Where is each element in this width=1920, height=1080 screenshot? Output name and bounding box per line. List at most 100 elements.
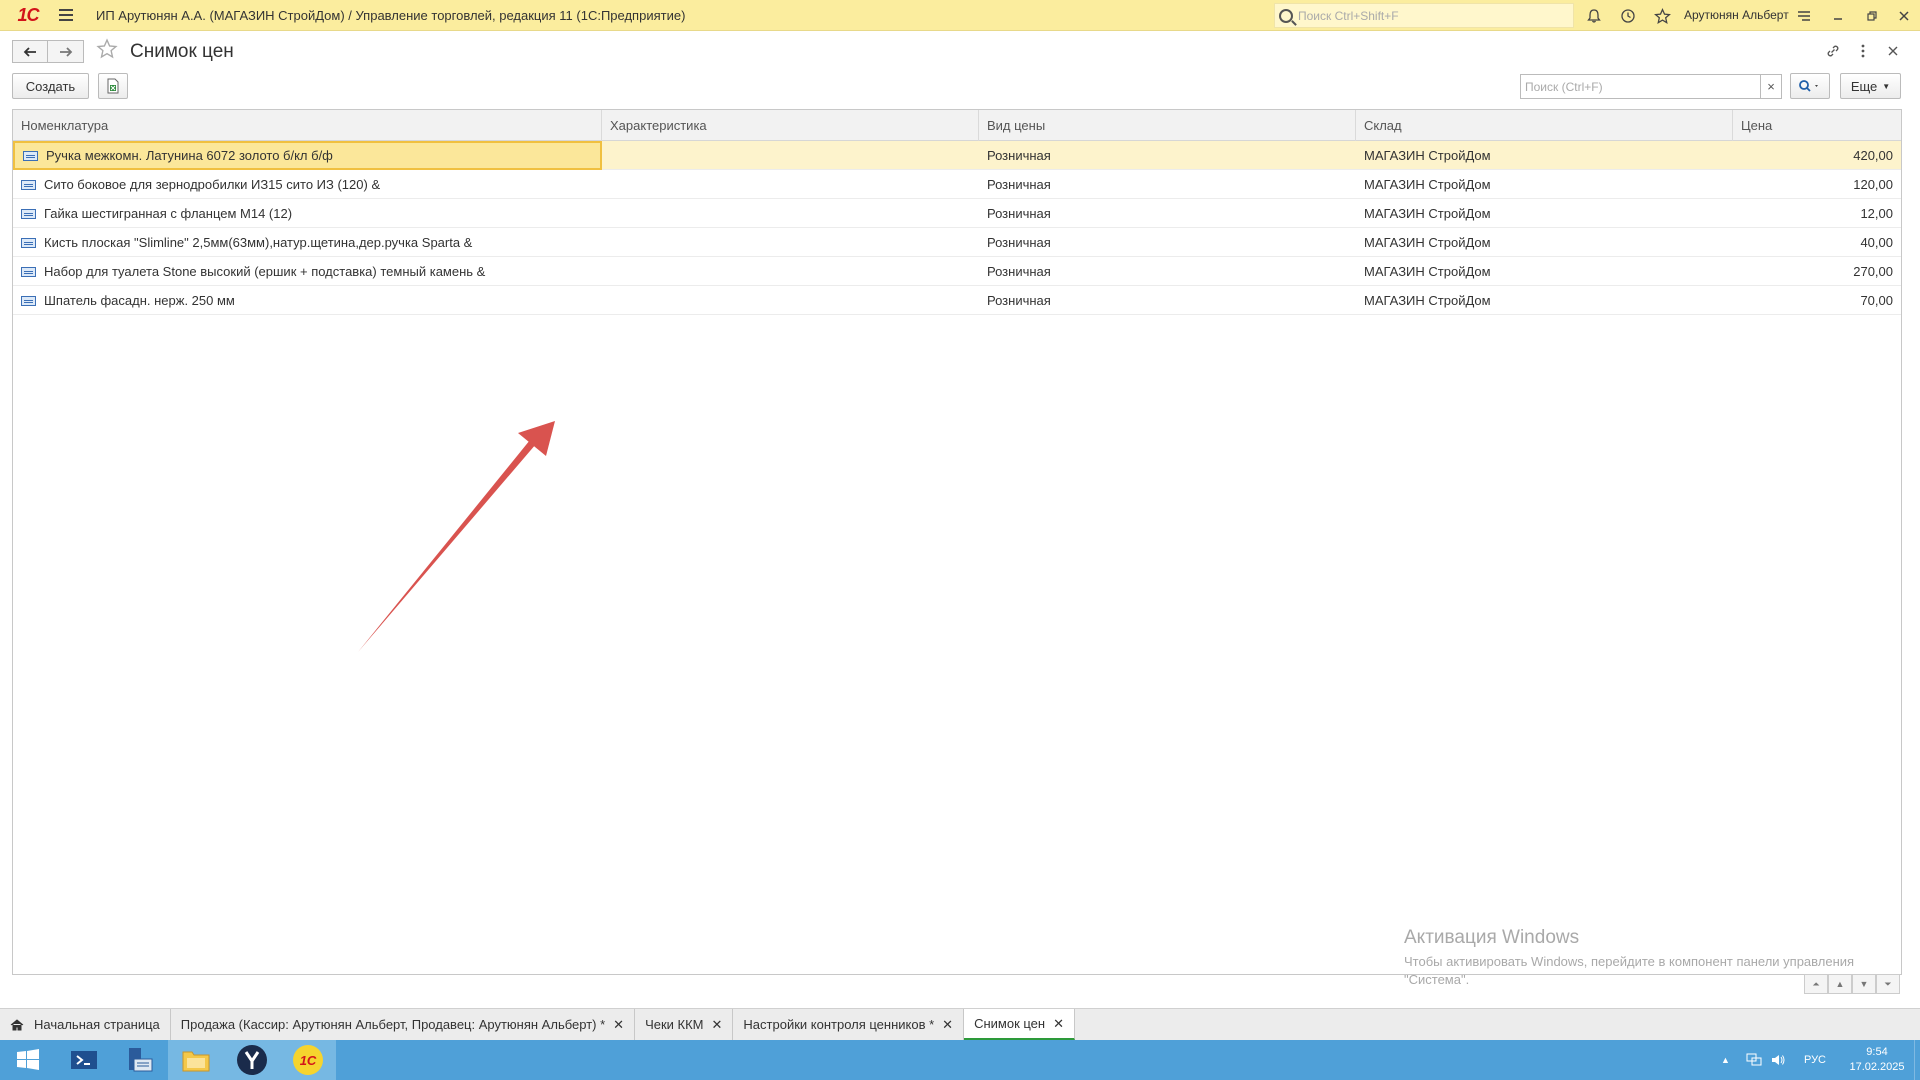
tab-price-snapshot[interactable]: Снимок цен ✕: [964, 1009, 1075, 1040]
notifications-bell-icon[interactable]: [1582, 4, 1606, 28]
start-button[interactable]: [0, 1040, 56, 1080]
cell-price-type[interactable]: Розничная: [979, 286, 1356, 315]
cell-characteristic[interactable]: [602, 170, 979, 199]
tab-home[interactable]: Начальная страница: [0, 1009, 171, 1040]
column-header-item[interactable]: Номенклатура: [13, 110, 602, 141]
cell-characteristic[interactable]: [602, 257, 979, 286]
cell-characteristic[interactable]: [602, 199, 979, 228]
column-header-price[interactable]: Цена: [1733, 110, 1901, 141]
column-header-warehouse[interactable]: Склад: [1356, 110, 1733, 141]
column-header-price-type[interactable]: Вид цены: [979, 110, 1356, 141]
close-tab-icon[interactable]: ✕: [1053, 1016, 1064, 1032]
cell-characteristic[interactable]: [602, 141, 979, 170]
table-row[interactable]: Кисть плоская "Slimline" 2,5мм(63мм),нат…: [13, 228, 1901, 257]
table-row[interactable]: Набор для туалета Stone высокий (ершик +…: [13, 257, 1901, 286]
tab-price-tag-settings[interactable]: Настройки контроля ценников * ✕: [733, 1009, 965, 1040]
add-to-favorites-star-icon[interactable]: [96, 38, 118, 66]
item-name: Гайка шестигранная с фланцем М14 (12): [44, 206, 293, 221]
current-user[interactable]: Арутюнян Альберт: [1684, 8, 1789, 22]
1c-logo-icon[interactable]: 1С: [10, 0, 46, 31]
cell-price[interactable]: 70,00: [1733, 286, 1901, 315]
table-row[interactable]: Сито боковое для зернодробилки ИЗ15 сито…: [13, 170, 1901, 199]
table-row[interactable]: Гайка шестигранная с фланцем М14 (12) Ро…: [13, 199, 1901, 228]
clear-search-button[interactable]: ×: [1760, 74, 1782, 99]
close-form-icon[interactable]: [1882, 40, 1904, 62]
history-icon[interactable]: [1616, 4, 1640, 28]
cell-item[interactable]: Набор для туалета Stone высокий (ершик +…: [13, 257, 602, 286]
cell-price-type[interactable]: Розничная: [979, 199, 1356, 228]
cell-price[interactable]: 40,00: [1733, 228, 1901, 257]
cell-price[interactable]: 420,00: [1733, 141, 1901, 170]
catalog-item-icon: [23, 150, 38, 161]
input-language[interactable]: РУС: [1804, 1054, 1826, 1066]
table-row[interactable]: Шпатель фасадн. нерж. 250 мм Розничная М…: [13, 286, 1901, 315]
close-tab-icon[interactable]: ✕: [613, 1017, 624, 1033]
cell-warehouse[interactable]: МАГАЗИН СтройДом: [1356, 257, 1733, 286]
cell-item[interactable]: Сито боковое для зернодробилки ИЗ15 сито…: [13, 170, 602, 199]
link-icon[interactable]: [1822, 40, 1844, 62]
cell-price-type[interactable]: Розничная: [979, 141, 1356, 170]
scroll-to-bottom-icon[interactable]: ⏷: [1876, 974, 1900, 994]
back-button[interactable]: [12, 40, 48, 63]
scroll-up-icon[interactable]: ▲: [1828, 974, 1852, 994]
windows-logo-icon: [17, 1049, 39, 1070]
global-search-input[interactable]: Поиск Ctrl+Shift+F: [1274, 3, 1574, 28]
forward-button[interactable]: [48, 40, 84, 63]
column-header-characteristic[interactable]: Характеристика: [602, 110, 979, 141]
cell-warehouse[interactable]: МАГАЗИН СтройДом: [1356, 141, 1733, 170]
cell-price[interactable]: 120,00: [1733, 170, 1901, 199]
favorites-star-icon[interactable]: [1650, 4, 1674, 28]
file-explorer-taskbar-icon[interactable]: [168, 1040, 224, 1080]
table-row[interactable]: Ручка межкомн. Латунина 6072 золото б/кл…: [13, 141, 1901, 170]
yandex-browser-taskbar-icon[interactable]: [224, 1040, 280, 1080]
restore-icon[interactable]: [1860, 4, 1884, 28]
show-desktop-button[interactable]: [1914, 1040, 1920, 1080]
cell-price[interactable]: 270,00: [1733, 257, 1901, 286]
scroll-to-top-icon[interactable]: ⏶: [1804, 974, 1828, 994]
powershell-taskbar-icon[interactable]: [56, 1040, 112, 1080]
cell-price[interactable]: 12,00: [1733, 199, 1901, 228]
show-hidden-icons-icon[interactable]: ▲: [1721, 1055, 1730, 1065]
main-menu-icon[interactable]: [54, 0, 78, 31]
cell-warehouse[interactable]: МАГАЗИН СтройДом: [1356, 228, 1733, 257]
cell-item[interactable]: Шпатель фасадн. нерж. 250 мм: [13, 286, 602, 315]
export-excel-button[interactable]: [98, 73, 128, 99]
scroll-down-icon[interactable]: ▼: [1852, 974, 1876, 994]
cell-price-type[interactable]: Розничная: [979, 170, 1356, 199]
cell-warehouse[interactable]: МАГАЗИН СтройДом: [1356, 199, 1733, 228]
more-vertical-icon[interactable]: [1852, 40, 1874, 62]
create-button[interactable]: Создать: [12, 73, 89, 99]
search-options-button[interactable]: [1790, 73, 1830, 99]
price-snapshot-table[interactable]: Номенклатура Характеристика Вид цены Скл…: [12, 109, 1902, 975]
tab-sale[interactable]: Продажа (Кассир: Арутюнян Альберт, Прода…: [171, 1009, 636, 1040]
chevron-down-icon: ▼: [1882, 81, 1891, 91]
cell-characteristic[interactable]: [602, 286, 979, 315]
tab-label: Снимок цен: [974, 1016, 1046, 1031]
settings-menu-icon[interactable]: [1792, 4, 1816, 28]
list-search-input[interactable]: Поиск (Ctrl+F): [1520, 74, 1762, 99]
cell-warehouse[interactable]: МАГАЗИН СтройДом: [1356, 286, 1733, 315]
taskbar-clock[interactable]: 9:54 17.02.2025: [1844, 1045, 1910, 1075]
more-actions-button[interactable]: Еще ▼: [1840, 73, 1901, 99]
cell-item[interactable]: Кисть плоская "Slimline" 2,5мм(63мм),нат…: [13, 228, 602, 257]
item-name: Шпатель фасадн. нерж. 250 мм: [44, 293, 235, 308]
server-manager-taskbar-icon[interactable]: [112, 1040, 168, 1080]
system-tray: ▲ РУС 9:54 17.02.2025: [1721, 1040, 1920, 1080]
volume-icon[interactable]: [1770, 1053, 1786, 1067]
close-tab-icon[interactable]: ✕: [712, 1017, 723, 1033]
close-app-icon[interactable]: [1892, 4, 1916, 28]
search-icon: [1279, 8, 1293, 23]
cell-item[interactable]: Ручка межкомн. Латунина 6072 золото б/кл…: [13, 141, 602, 170]
cell-warehouse[interactable]: МАГАЗИН СтройДом: [1356, 170, 1733, 199]
close-tab-icon[interactable]: ✕: [942, 1017, 953, 1033]
minimize-icon[interactable]: [1826, 4, 1850, 28]
cell-item[interactable]: Гайка шестигранная с фланцем М14 (12): [13, 199, 602, 228]
tab-label: Настройки контроля ценников *: [743, 1017, 935, 1032]
network-icon[interactable]: [1746, 1053, 1762, 1067]
cell-price-type[interactable]: Розничная: [979, 257, 1356, 286]
catalog-item-icon: [21, 237, 36, 248]
cell-price-type[interactable]: Розничная: [979, 228, 1356, 257]
tab-kkm-receipts[interactable]: Чеки ККМ ✕: [635, 1009, 734, 1040]
1c-enterprise-taskbar-icon[interactable]: 1С: [280, 1040, 336, 1080]
cell-characteristic[interactable]: [602, 228, 979, 257]
